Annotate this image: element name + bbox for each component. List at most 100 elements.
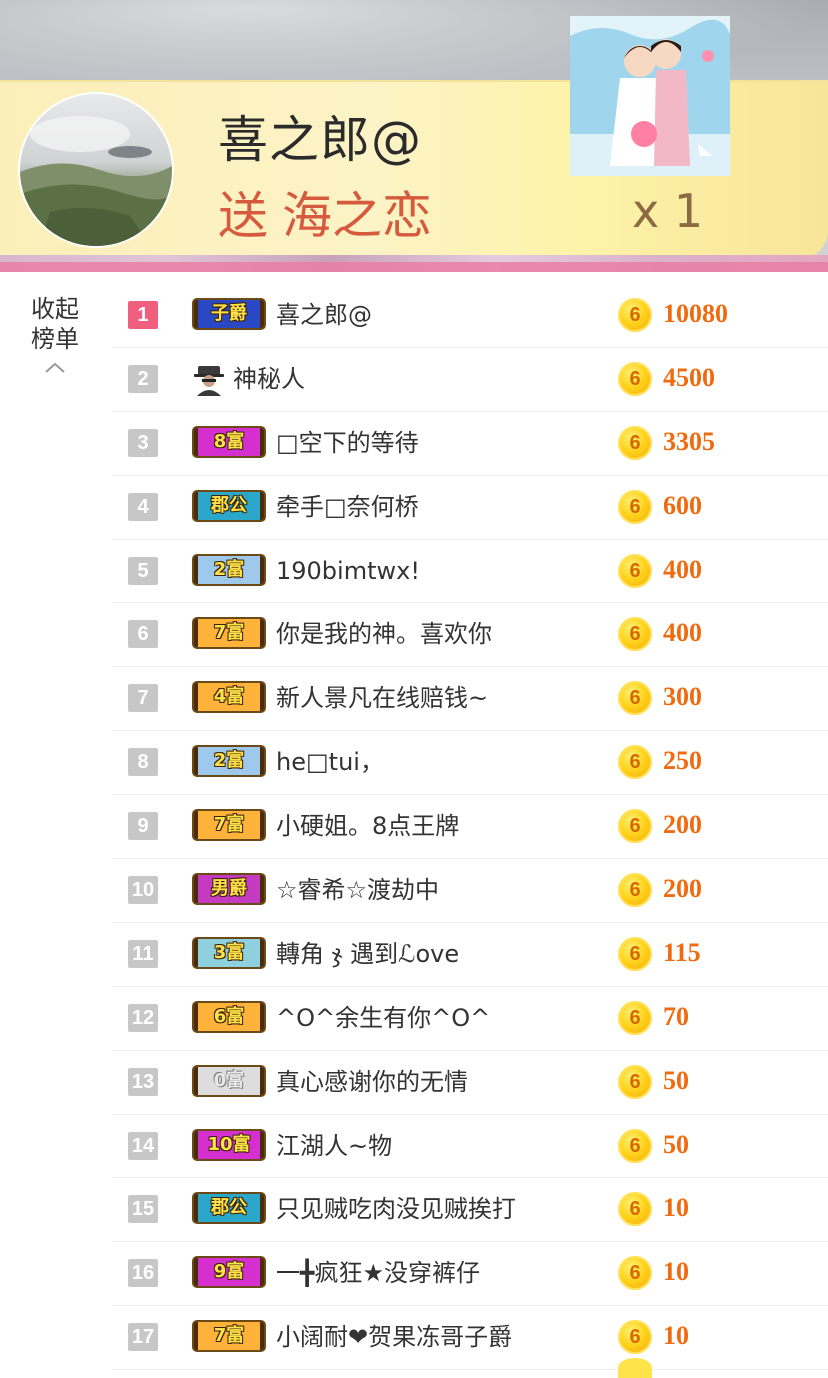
level-badge: 3富 — [192, 936, 266, 969]
ranking-row[interactable]: 12 6富 ^O^余生有你^O^ 6 70 — [112, 987, 828, 1051]
ranking-row[interactable]: 13 0富 真心感谢你的无情 6 50 — [112, 1051, 828, 1115]
gift-name: 海之恋 — [282, 187, 432, 245]
rank-number: 3 — [128, 428, 158, 457]
user-name[interactable]: 只见贼吃肉没见贼挨打 — [276, 1193, 516, 1225]
coin-icon: 6 — [618, 617, 652, 652]
level-badge: 6富 — [192, 1000, 266, 1033]
ranking-row[interactable]: 15 郡公 只见贼吃肉没见贼挨打 6 10 — [112, 1178, 828, 1243]
gift-amount: 10 — [663, 1193, 689, 1223]
gift-image — [570, 16, 730, 176]
level-badge: 郡公 — [192, 489, 266, 522]
coin-icon: 6 — [618, 745, 652, 780]
level-badge-label: 男爵 — [211, 878, 247, 900]
level-badge-label: 子爵 — [211, 303, 247, 324]
ranking-row[interactable]: 3 8富 □空下的等待 6 3305 — [112, 412, 828, 476]
coin-icon: 6 — [618, 1000, 652, 1035]
coin-icon: 6 — [618, 553, 652, 588]
level-badge: 郡公 — [192, 1192, 266, 1225]
level-badge: 2富 — [192, 553, 266, 586]
user-name[interactable]: 新人景凡在线赔钱~ — [276, 682, 488, 714]
ranking-row[interactable]: 9 7富 小硬姐。8点王牌 6 200 — [112, 795, 828, 860]
user-name[interactable]: 喜之郎@ — [276, 299, 372, 331]
gift-amount: 250 — [663, 746, 702, 776]
gift-amount: 600 — [663, 490, 702, 520]
user-name[interactable]: ☆睿希☆渡劫中 — [276, 874, 439, 906]
rank-number: 13 — [128, 1067, 158, 1096]
gift-amount: 400 — [663, 554, 702, 584]
user-name[interactable]: he□tui， — [276, 746, 384, 778]
ranking-row[interactable]: 16 9富 一╋疯狂★没穿裤仔 6 10 — [112, 1242, 828, 1307]
gift-description: 送海之恋 — [218, 176, 432, 248]
rank-number: 1 — [128, 301, 158, 329]
rank-number: 17 — [128, 1323, 158, 1352]
coin-icon: 6 — [618, 681, 652, 716]
user-name[interactable]: 轉角 ჯ 遇到ℒove — [276, 938, 459, 970]
ranking-row[interactable]: 14 10富 江湖人~物 6 50 — [112, 1115, 828, 1179]
collapse-label-line2: 榜单 — [31, 325, 79, 353]
coin-icon: 6 — [618, 1064, 652, 1099]
rank-number: 14 — [128, 1131, 158, 1160]
coin-icon: 6 — [618, 1128, 652, 1163]
gift-amount: 200 — [663, 810, 702, 840]
level-badge: 0富 — [192, 1064, 266, 1097]
rank-number: 9 — [128, 812, 158, 841]
level-badge-label: 3富 — [213, 941, 245, 963]
user-name[interactable]: □空下的等待 — [276, 427, 419, 459]
rank-number: 7 — [128, 684, 158, 713]
coin-icon: 6 — [618, 1192, 652, 1227]
level-badge-label: 7富 — [213, 814, 245, 836]
gift-sender-name[interactable]: 喜之郎@ — [218, 100, 422, 172]
rank-number: 10 — [128, 876, 158, 905]
user-name[interactable]: 一╋疯狂★没穿裤仔 — [276, 1257, 480, 1289]
user-name[interactable]: 真心感谢你的无情 — [276, 1066, 468, 1098]
ranking-row[interactable]: 10 男爵 ☆睿希☆渡劫中 6 200 — [112, 859, 828, 923]
level-badge-label: 7富 — [213, 622, 245, 644]
coin-icon: 6 — [618, 489, 652, 524]
user-name[interactable]: 牵手□奈何桥 — [276, 491, 419, 523]
user-name[interactable]: 小阔耐❤贺果冻哥子爵 — [276, 1321, 512, 1353]
ranking-row[interactable]: 2 神秘人 6 4500 — [112, 348, 828, 412]
user-name[interactable]: 小硬姐。8点王牌 — [276, 810, 459, 842]
ranking-row[interactable]: 17 7富 小阔耐❤贺果冻哥子爵 6 10 — [112, 1306, 828, 1371]
level-badge-label: 4富 — [213, 686, 245, 708]
level-badge-label: 2富 — [213, 750, 245, 772]
chevron-up-icon — [20, 354, 90, 378]
gift-amount: 200 — [663, 874, 702, 904]
coin-icon: 6 — [618, 809, 652, 844]
coin-icon: 6 — [618, 873, 652, 908]
level-badge: 8富 — [192, 425, 266, 458]
gift-amount: 10 — [663, 1257, 689, 1287]
ranking-row[interactable]: 5 2富 190bimtwx! 6 400 — [112, 540, 828, 604]
ranking-row[interactable]: 8 2富 he□tui， 6 250 — [112, 731, 828, 796]
level-badge: 7富 — [192, 809, 266, 842]
ranking-row[interactable]: 11 3富 轉角 ჯ 遇到ℒove 6 115 — [112, 923, 828, 987]
user-name[interactable]: ^O^余生有你^O^ — [276, 1002, 490, 1034]
user-name[interactable]: 你是我的神。喜欢你 — [276, 618, 492, 650]
level-badge: 10富 — [192, 1128, 266, 1161]
gift-amount: 115 — [663, 937, 701, 967]
level-badge-label: 2富 — [213, 558, 245, 580]
level-badge-label: 8富 — [213, 430, 245, 452]
ranking-row[interactable]: 4 郡公 牵手□奈何桥 6 600 — [112, 476, 828, 540]
ranking-row[interactable]: 7 4富 新人景凡在线赔钱~ 6 300 — [112, 667, 828, 732]
coin-icon: 6 — [618, 298, 652, 332]
rank-number: 8 — [128, 748, 158, 777]
level-badge-label: 10富 — [207, 1133, 251, 1155]
rank-number: 12 — [128, 1003, 158, 1032]
level-badge: 9富 — [192, 1256, 266, 1289]
collapse-ranking-button[interactable]: 收起 榜单 — [20, 294, 90, 378]
gift-amount: 10080 — [663, 299, 728, 328]
coin-icon: 6 — [618, 1320, 652, 1355]
coin-icon: 6 — [618, 936, 652, 971]
user-name[interactable]: 190bimtwx! — [276, 555, 420, 587]
rank-number: 2 — [128, 364, 158, 393]
level-badge: 子爵 — [192, 298, 266, 330]
ranking-row[interactable]: 6 7富 你是我的神。喜欢你 6 400 — [112, 603, 828, 668]
user-name[interactable]: 神秘人 — [233, 363, 305, 395]
ranking-row[interactable]: 1 子爵 喜之郎@ 6 10080 — [112, 284, 828, 348]
couple-gift-icon — [570, 16, 730, 176]
sender-avatar[interactable] — [18, 92, 174, 248]
gift-ranking-list: 1 子爵 喜之郎@ 6 10080 2 神秘人 6 4500 3 8富 □空下的等待 6 3305 4 郡公 牵… — [112, 284, 828, 1371]
level-badge: 4富 — [192, 681, 266, 714]
user-name[interactable]: 江湖人~物 — [276, 1130, 392, 1162]
